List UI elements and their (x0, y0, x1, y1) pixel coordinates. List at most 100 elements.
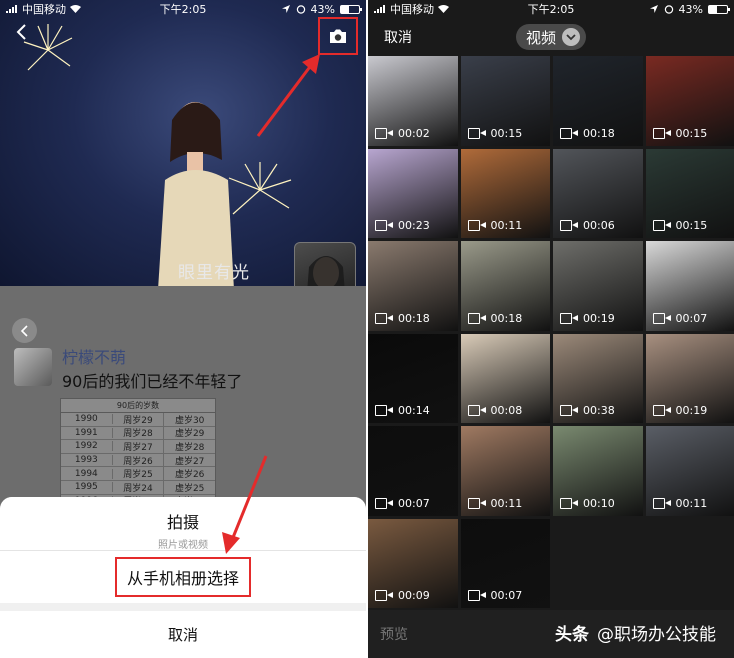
username[interactable]: 柠檬不萌 (62, 344, 126, 368)
video-duration: 00:18 (398, 311, 430, 325)
take-photo-label: 拍摄 (166, 513, 199, 532)
video-duration: 00:18 (583, 126, 615, 140)
video-camera-icon (560, 497, 578, 509)
battery-icon (340, 4, 362, 14)
alarm-icon (664, 5, 673, 14)
table-cell: 1993 (61, 455, 113, 466)
video-thumbnail[interactable]: 00:11 (460, 426, 550, 516)
video-thumbnail[interactable]: 00:11 (645, 426, 734, 516)
video-duration: 00:07 (490, 589, 523, 602)
video-duration: 00:07 (398, 496, 430, 510)
video-duration-badge: 00:15 (652, 219, 707, 232)
video-thumbnail[interactable]: 00:06 (553, 148, 643, 238)
table-cell: 虚岁26 (174, 470, 205, 481)
album-header: 取消 视频 (368, 18, 734, 56)
table-header: 90后的岁数 (61, 399, 215, 413)
video-duration: 00:23 (398, 219, 430, 232)
video-duration-badge: 00:19 (560, 312, 615, 325)
album-cancel-button[interactable]: 取消 (384, 27, 412, 47)
video-duration: 00:38 (583, 404, 615, 417)
table-cell: 1994 (61, 468, 113, 479)
video-duration-badge: 00:06 (560, 219, 615, 232)
video-camera-icon (467, 405, 486, 416)
back-arrow-icon[interactable] (12, 22, 32, 42)
video-duration-badge: 00:08 (467, 404, 523, 417)
video-duration-badge: 00:07 (375, 497, 430, 510)
video-camera-icon (560, 312, 578, 324)
video-thumbnail[interactable]: 00:10 (553, 426, 643, 516)
video-duration: 00:11 (490, 496, 523, 510)
video-thumbnail[interactable]: 00:19 (645, 333, 734, 423)
carrier-name: 中国移动 (390, 3, 434, 16)
video-thumbnail[interactable]: 00:07 (460, 518, 550, 608)
video-thumbnail[interactable]: 00:11 (460, 148, 550, 238)
video-thumbnail[interactable]: 00:15 (460, 56, 550, 146)
video-duration-badge: 00:15 (652, 127, 707, 140)
camera-icon (330, 29, 346, 43)
sparkler-right (228, 162, 292, 215)
table-cell: 周岁27 (113, 439, 165, 453)
status-bar: 中国移动 下午2:05 43% (0, 0, 366, 18)
video-camera-icon (560, 127, 578, 139)
table-row: 1990 周岁29 虚岁30 (61, 412, 215, 427)
wifi-icon (438, 5, 449, 13)
video-thumbnail[interactable]: 00:23 (368, 148, 458, 238)
video-camera-icon (652, 497, 671, 509)
video-duration-badge: 00:38 (560, 404, 615, 417)
preview-button[interactable]: 预览 (380, 624, 408, 644)
video-duration-badge: 00:09 (375, 589, 430, 602)
video-duration: 00:08 (490, 404, 523, 417)
table-row: 1992 周岁27 虚岁28 (61, 439, 215, 454)
watermark-text: @职场办公技能 (597, 625, 716, 645)
video-thumbnail[interactable]: 00:18 (460, 241, 550, 331)
video-duration: 00:09 (398, 589, 430, 602)
status-bar-right: 中国移动 下午2:05 43% (368, 0, 734, 18)
table-cell: 1991 (61, 427, 113, 438)
chevron-down-icon (562, 28, 581, 46)
video-thumbnail[interactable]: 00:02 (368, 56, 458, 146)
video-duration-badge: 00:15 (467, 127, 522, 140)
sheet-cancel-button[interactable]: 取消 (0, 611, 366, 658)
location-icon (649, 5, 658, 13)
media-filter-dropdown[interactable]: 视频 (516, 24, 587, 50)
user-avatar[interactable] (14, 348, 52, 386)
video-camera-icon (375, 312, 393, 324)
video-thumbnail[interactable]: 00:15 (645, 148, 734, 238)
video-duration-badge: 00:11 (467, 219, 522, 232)
battery-percent: 43% (310, 2, 335, 16)
watermark-brand: 头条 (555, 625, 589, 645)
video-thumbnail[interactable]: 00:07 (645, 241, 734, 331)
table-cell: 周岁29 (113, 412, 165, 426)
video-camera-icon (652, 220, 671, 231)
video-thumbnail[interactable]: 00:09 (368, 518, 458, 608)
action-sheet: 拍摄 照片或视频 从手机相册选择 取消 (0, 497, 366, 658)
video-thumbnail[interactable]: 00:18 (368, 241, 458, 331)
video-duration: 00:19 (675, 404, 708, 417)
video-thumbnail[interactable]: 00:14 (368, 333, 458, 423)
video-thumbnail[interactable]: 00:38 (553, 333, 643, 423)
video-thumbnail[interactable]: 00:19 (553, 241, 643, 331)
video-thumbnail[interactable]: 00:15 (645, 56, 734, 146)
video-camera-icon (467, 497, 486, 509)
video-camera-icon (467, 220, 486, 231)
video-camera-icon (375, 405, 393, 416)
video-duration-badge: 00:19 (652, 404, 708, 417)
video-thumbnail[interactable]: 00:18 (553, 56, 643, 146)
video-thumbnail[interactable]: 00:07 (368, 426, 458, 516)
camera-button[interactable] (318, 17, 358, 55)
video-duration-badge: 00:18 (375, 312, 430, 325)
choose-from-album-option[interactable]: 从手机相册选择 (0, 551, 366, 603)
video-thumbnail[interactable]: 00:08 (460, 333, 550, 423)
video-duration: 00:11 (675, 496, 708, 510)
profile-back-button[interactable] (12, 318, 37, 343)
video-camera-icon (375, 590, 393, 601)
table-cell: 周岁25 (113, 467, 165, 481)
video-duration-badge: 00:07 (652, 312, 707, 325)
take-photo-option[interactable]: 拍摄 照片或视频 (0, 497, 366, 551)
video-camera-icon (467, 590, 486, 601)
post-text: 90后的我们已经不年轻了 (62, 372, 243, 391)
table-cell: 虚岁28 (174, 442, 205, 453)
right-phone-screen: 中国移动 下午2:05 43% 取消 视频 00:02 00:15 00:18 00:… (368, 0, 734, 658)
table-row: 1991 周岁28 虚岁29 (61, 426, 215, 441)
video-duration: 00:14 (398, 404, 430, 417)
